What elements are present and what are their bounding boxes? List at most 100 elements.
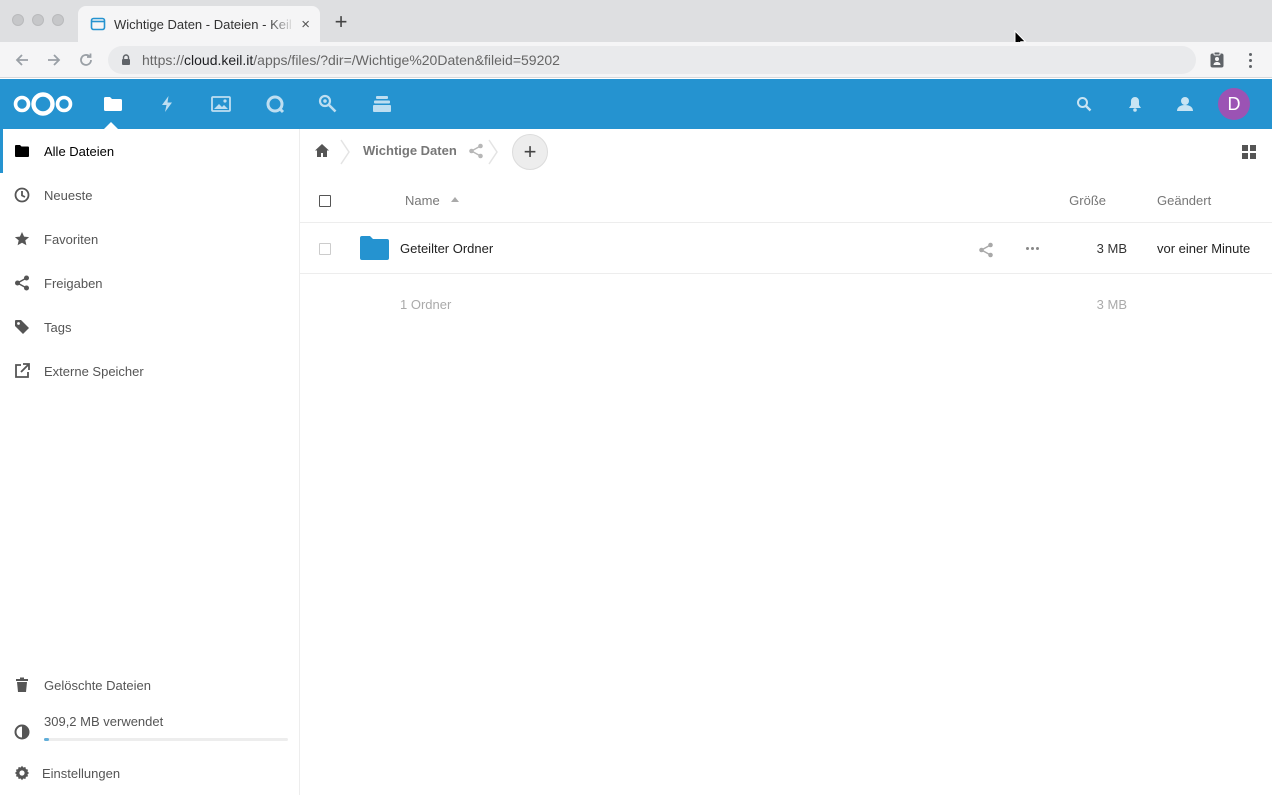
browser-tab-strip: Wichtige Daten - Dateien - Keil IT Cloud… — [0, 0, 1272, 50]
column-header-modified[interactable]: Geändert — [1157, 193, 1211, 208]
more-actions-icon[interactable] — [1026, 247, 1039, 250]
tab-close-icon[interactable]: × — [301, 17, 310, 32]
reload-icon — [80, 53, 92, 66]
row-checkbox[interactable] — [319, 243, 331, 255]
window-close-button[interactable] — [12, 14, 24, 26]
breadcrumb-separator-icon — [340, 139, 350, 165]
sidebar-item-label: Einstellungen — [42, 765, 121, 781]
lock-icon — [122, 54, 130, 65]
sidebar-item-recent[interactable]: Neueste — [0, 173, 299, 217]
tab-title: Wichtige Daten - Dateien - Keil IT Cloud — [114, 16, 295, 32]
breadcrumb-separator-icon — [488, 139, 498, 165]
file-list-header: Name Größe Geändert — [300, 179, 1272, 223]
sidebar-item-label: Gelöschte Dateien — [44, 677, 151, 693]
quota-pie-icon — [14, 724, 30, 740]
window-zoom-button[interactable] — [52, 14, 64, 26]
contacts-button[interactable] — [1176, 95, 1194, 113]
file-list-summary: 1 Ordner 3 MB — [300, 289, 1272, 319]
url-host: cloud.keil.it — [184, 52, 254, 68]
url-scheme: https:// — [142, 52, 185, 68]
clipboard-extension-icon[interactable] — [1208, 51, 1226, 69]
search-app-icon — [318, 94, 337, 113]
summary-size: 3 MB — [1096, 297, 1127, 312]
clock-icon — [14, 187, 30, 203]
file-size: 3 MB — [1096, 241, 1127, 256]
column-header-size[interactable]: Größe — [1069, 193, 1106, 208]
arrow-right-icon — [48, 54, 61, 66]
quota-bar-fill — [44, 738, 49, 741]
url-path: /apps/files/?dir=/Wichtige%20Daten&filei… — [253, 52, 560, 68]
star-icon — [14, 231, 30, 247]
search-icon — [1077, 97, 1092, 112]
window-minimize-button[interactable] — [32, 14, 44, 26]
sidebar-item-label: Tags — [44, 319, 72, 335]
share-icon — [14, 275, 30, 291]
talk-icon — [266, 95, 285, 114]
share-icon[interactable] — [978, 242, 994, 258]
browser-tab[interactable]: Wichtige Daten - Dateien - Keil IT Cloud… — [78, 6, 320, 42]
new-file-button[interactable]: + — [512, 134, 548, 170]
sidebar-quota: 309,2 MB verwendet — [0, 707, 299, 751]
nextcloud-header: D — [0, 79, 1272, 129]
app-deck[interactable] — [371, 93, 393, 115]
sidebar-item-deleted-files[interactable]: Gelöschte Dateien — [0, 663, 299, 707]
app-files[interactable] — [102, 93, 124, 115]
app-talk[interactable] — [264, 93, 286, 115]
sidebar-item-label: Externe Speicher — [44, 363, 144, 379]
notifications-button[interactable] — [1126, 95, 1144, 113]
folder-icon — [360, 236, 389, 260]
sidebar-item-shares[interactable]: Freigaben — [0, 261, 299, 305]
plus-icon: + — [523, 139, 537, 164]
sidebar-item-label: Neueste — [44, 187, 93, 203]
grid-view-toggle-icon[interactable] — [1242, 145, 1256, 159]
summary-count: 1 Ordner — [400, 297, 452, 312]
breadcrumb: Wichtige Daten + — [300, 129, 1272, 173]
browser-toolbar: https://cloud.keil.it/apps/files/?dir=/W… — [0, 42, 1272, 78]
external-link-icon — [14, 363, 30, 379]
sidebar-item-label: Alle Dateien — [44, 143, 115, 159]
contacts-icon — [1177, 97, 1193, 111]
gallery-icon — [211, 96, 231, 112]
app-activity[interactable] — [156, 93, 178, 115]
bell-icon — [1129, 97, 1141, 112]
files-icon — [104, 97, 122, 111]
browser-menu-icon[interactable] — [1242, 50, 1258, 70]
back-button[interactable] — [12, 50, 32, 70]
share-icon[interactable] — [468, 143, 484, 159]
sidebar-item-external-storage[interactable]: Externe Speicher — [0, 349, 299, 393]
breadcrumb-current[interactable]: Wichtige Daten — [363, 143, 457, 158]
nextcloud-logo-icon[interactable] — [12, 89, 74, 119]
app-gallery[interactable] — [210, 93, 232, 115]
arrow-left-icon — [15, 54, 28, 66]
trash-icon — [14, 677, 30, 693]
header-search-button[interactable] — [1075, 95, 1093, 113]
home-icon[interactable] — [314, 143, 330, 158]
user-avatar[interactable]: D — [1218, 88, 1250, 120]
forward-button[interactable] — [44, 50, 64, 70]
app-navigation: Alle Dateien Neueste Favoriten Freigaben… — [0, 129, 300, 795]
sidebar-item-tags[interactable]: Tags — [0, 305, 299, 349]
app-search[interactable] — [317, 93, 339, 115]
sidebar-item-settings[interactable]: Einstellungen — [0, 751, 299, 795]
new-tab-button[interactable]: + — [330, 11, 352, 33]
activity-icon — [162, 96, 172, 112]
sidebar-item-label: Freigaben — [44, 275, 103, 291]
quota-bar — [44, 738, 288, 741]
folder-favicon-icon — [90, 17, 106, 31]
file-modified: vor einer Minute — [1157, 241, 1251, 256]
column-header-name[interactable]: Name — [405, 193, 440, 208]
deck-icon — [373, 96, 391, 112]
url-text: https://cloud.keil.it/apps/files/?dir=/W… — [142, 52, 560, 68]
reload-button[interactable] — [76, 50, 96, 70]
address-bar[interactable]: https://cloud.keil.it/apps/files/?dir=/W… — [108, 46, 1196, 74]
gear-icon — [14, 765, 30, 781]
sidebar-item-label: Favoriten — [44, 231, 99, 247]
select-all-checkbox[interactable] — [319, 195, 331, 207]
sidebar-item-favorites[interactable]: Favoriten — [0, 217, 299, 261]
tag-icon — [14, 319, 30, 335]
table-row[interactable]: Geteilter Ordner 3 MB vor einer Minute — [300, 224, 1272, 274]
active-app-indicator — [104, 122, 118, 129]
file-name[interactable]: Geteilter Ordner — [400, 241, 493, 256]
folder-icon — [14, 143, 30, 159]
sidebar-item-all-files[interactable]: Alle Dateien — [0, 129, 299, 173]
